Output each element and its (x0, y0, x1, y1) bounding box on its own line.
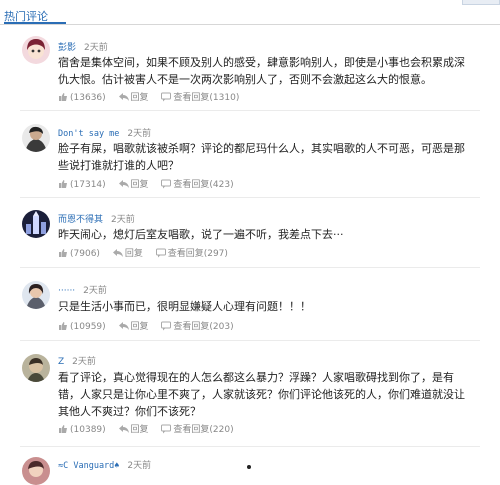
username[interactable]: ≈C Vanguard♠ (58, 461, 119, 471)
thumbs-up-icon (59, 93, 67, 101)
view-replies-button[interactable]: 查看回复(423) (161, 177, 234, 190)
like-count: (7906) (70, 249, 100, 259)
avatar[interactable] (22, 354, 50, 382)
thumbs-up-icon (59, 322, 67, 330)
avatar[interactable] (22, 36, 50, 64)
username[interactable]: ······ (58, 286, 75, 296)
comment-meta: Z 2天前 (58, 354, 96, 367)
comment-divider (20, 197, 480, 198)
like-count: (10389) (70, 425, 106, 435)
reply-icon (118, 180, 129, 188)
comment-text: 脸子有屎，唱歌就该被杀啊？评论的都尼玛什么人，其实唱歌的人不可恶，可恶是那些说打… (58, 142, 465, 172)
corner-tab (462, 0, 500, 5)
comment-meta: ≈C Vanguard♠ 2天前 (58, 458, 151, 471)
comment-actions: (10389) 回复 查看回复(220) (58, 422, 244, 435)
scroll-marker-dot (247, 465, 251, 469)
comment-bubble-icon (161, 424, 172, 434)
timestamp: 2天前 (83, 286, 107, 296)
like-button[interactable]: (10389) (58, 424, 106, 435)
comment-meta: ······ 2天前 (58, 283, 107, 296)
like-button[interactable]: (17314) (58, 179, 106, 190)
reply-button[interactable]: 回复 (112, 246, 143, 259)
thumbs-up-icon (59, 425, 67, 433)
avatar[interactable] (22, 210, 50, 238)
reply-button[interactable]: 回复 (118, 319, 149, 332)
timestamp: 2天前 (127, 129, 152, 139)
reply-button[interactable]: 回复 (118, 422, 149, 435)
comment-bubble-icon (155, 248, 166, 258)
comment-bubble-icon (161, 179, 172, 189)
reply-icon (118, 425, 129, 433)
reply-icon (118, 322, 129, 330)
comment-divider (20, 110, 480, 111)
like-count: (17314) (70, 180, 106, 190)
username[interactable]: 彭影 (58, 43, 76, 53)
timestamp: 2天前 (111, 215, 135, 225)
comment-actions: (13636) 回复 查看回复(1310) (58, 90, 249, 103)
view-replies-button[interactable]: 查看回复(220) (161, 422, 234, 435)
like-button[interactable]: (10959) (58, 321, 106, 332)
like-count: (13636) (70, 93, 106, 103)
thumbs-up-icon (59, 180, 67, 188)
comment-bubble-icon (161, 321, 172, 331)
avatar[interactable] (22, 281, 50, 309)
comment-divider (20, 446, 480, 447)
reply-button[interactable]: 回复 (118, 177, 149, 190)
like-button[interactable]: (7906) (58, 248, 100, 259)
username[interactable]: Z (58, 357, 64, 367)
thumbs-up-icon (59, 249, 67, 257)
comment-text: 只是生活小事而已，很明显嫌疑人心理有问题！！！ (58, 300, 311, 313)
timestamp: 2天前 (84, 43, 108, 53)
comment-actions: (10959) 回复 查看回复(203) (58, 319, 244, 332)
reply-icon (112, 249, 123, 257)
view-replies-button[interactable]: 查看回复(297) (155, 246, 228, 259)
view-replies-button[interactable]: 查看回复(203) (161, 319, 234, 332)
username[interactable]: Don't say me (58, 129, 119, 139)
comment-text: 昨天闹心，熄灯后室友唱歌，说了一遍不听，我差点下去··· (58, 228, 344, 241)
comment-divider (20, 340, 480, 341)
view-replies-button[interactable]: 查看回复(1310) (161, 90, 239, 103)
comment-text: 宿舍是集体空间，如果不顾及别人的感受，肆意影响别人，即使是小事也会积累成深仇大恨… (58, 56, 465, 86)
reply-button[interactable]: 回复 (118, 90, 149, 103)
avatar[interactable] (22, 457, 50, 485)
comment-text: 看了评论，真心觉得现在的人怎么都这么暴力？浮躁？人家唱歌碍找到你了，是有错，人家… (58, 371, 465, 418)
like-count: (10959) (70, 322, 106, 332)
comment-meta: 而恩不得其 2天前 (58, 212, 135, 225)
comment-actions: (17314) 回复 查看回复(423) (58, 177, 244, 190)
tab-divider (0, 24, 500, 25)
username[interactable]: 而恩不得其 (58, 215, 103, 225)
comment-bubble-icon (161, 92, 172, 102)
timestamp: 2天前 (127, 461, 152, 471)
avatar[interactable] (22, 124, 50, 152)
like-button[interactable]: (13636) (58, 92, 106, 103)
comment-meta: Don't say me 2天前 (58, 126, 151, 139)
timestamp: 2天前 (72, 357, 96, 367)
comment-actions: (7906) 回复 查看回复(297) (58, 246, 238, 259)
comments-tab-bar: 热门评论 (0, 0, 500, 26)
comment-divider (20, 267, 480, 268)
reply-icon (118, 93, 129, 101)
comment-meta: 彭影 2天前 (58, 40, 108, 53)
